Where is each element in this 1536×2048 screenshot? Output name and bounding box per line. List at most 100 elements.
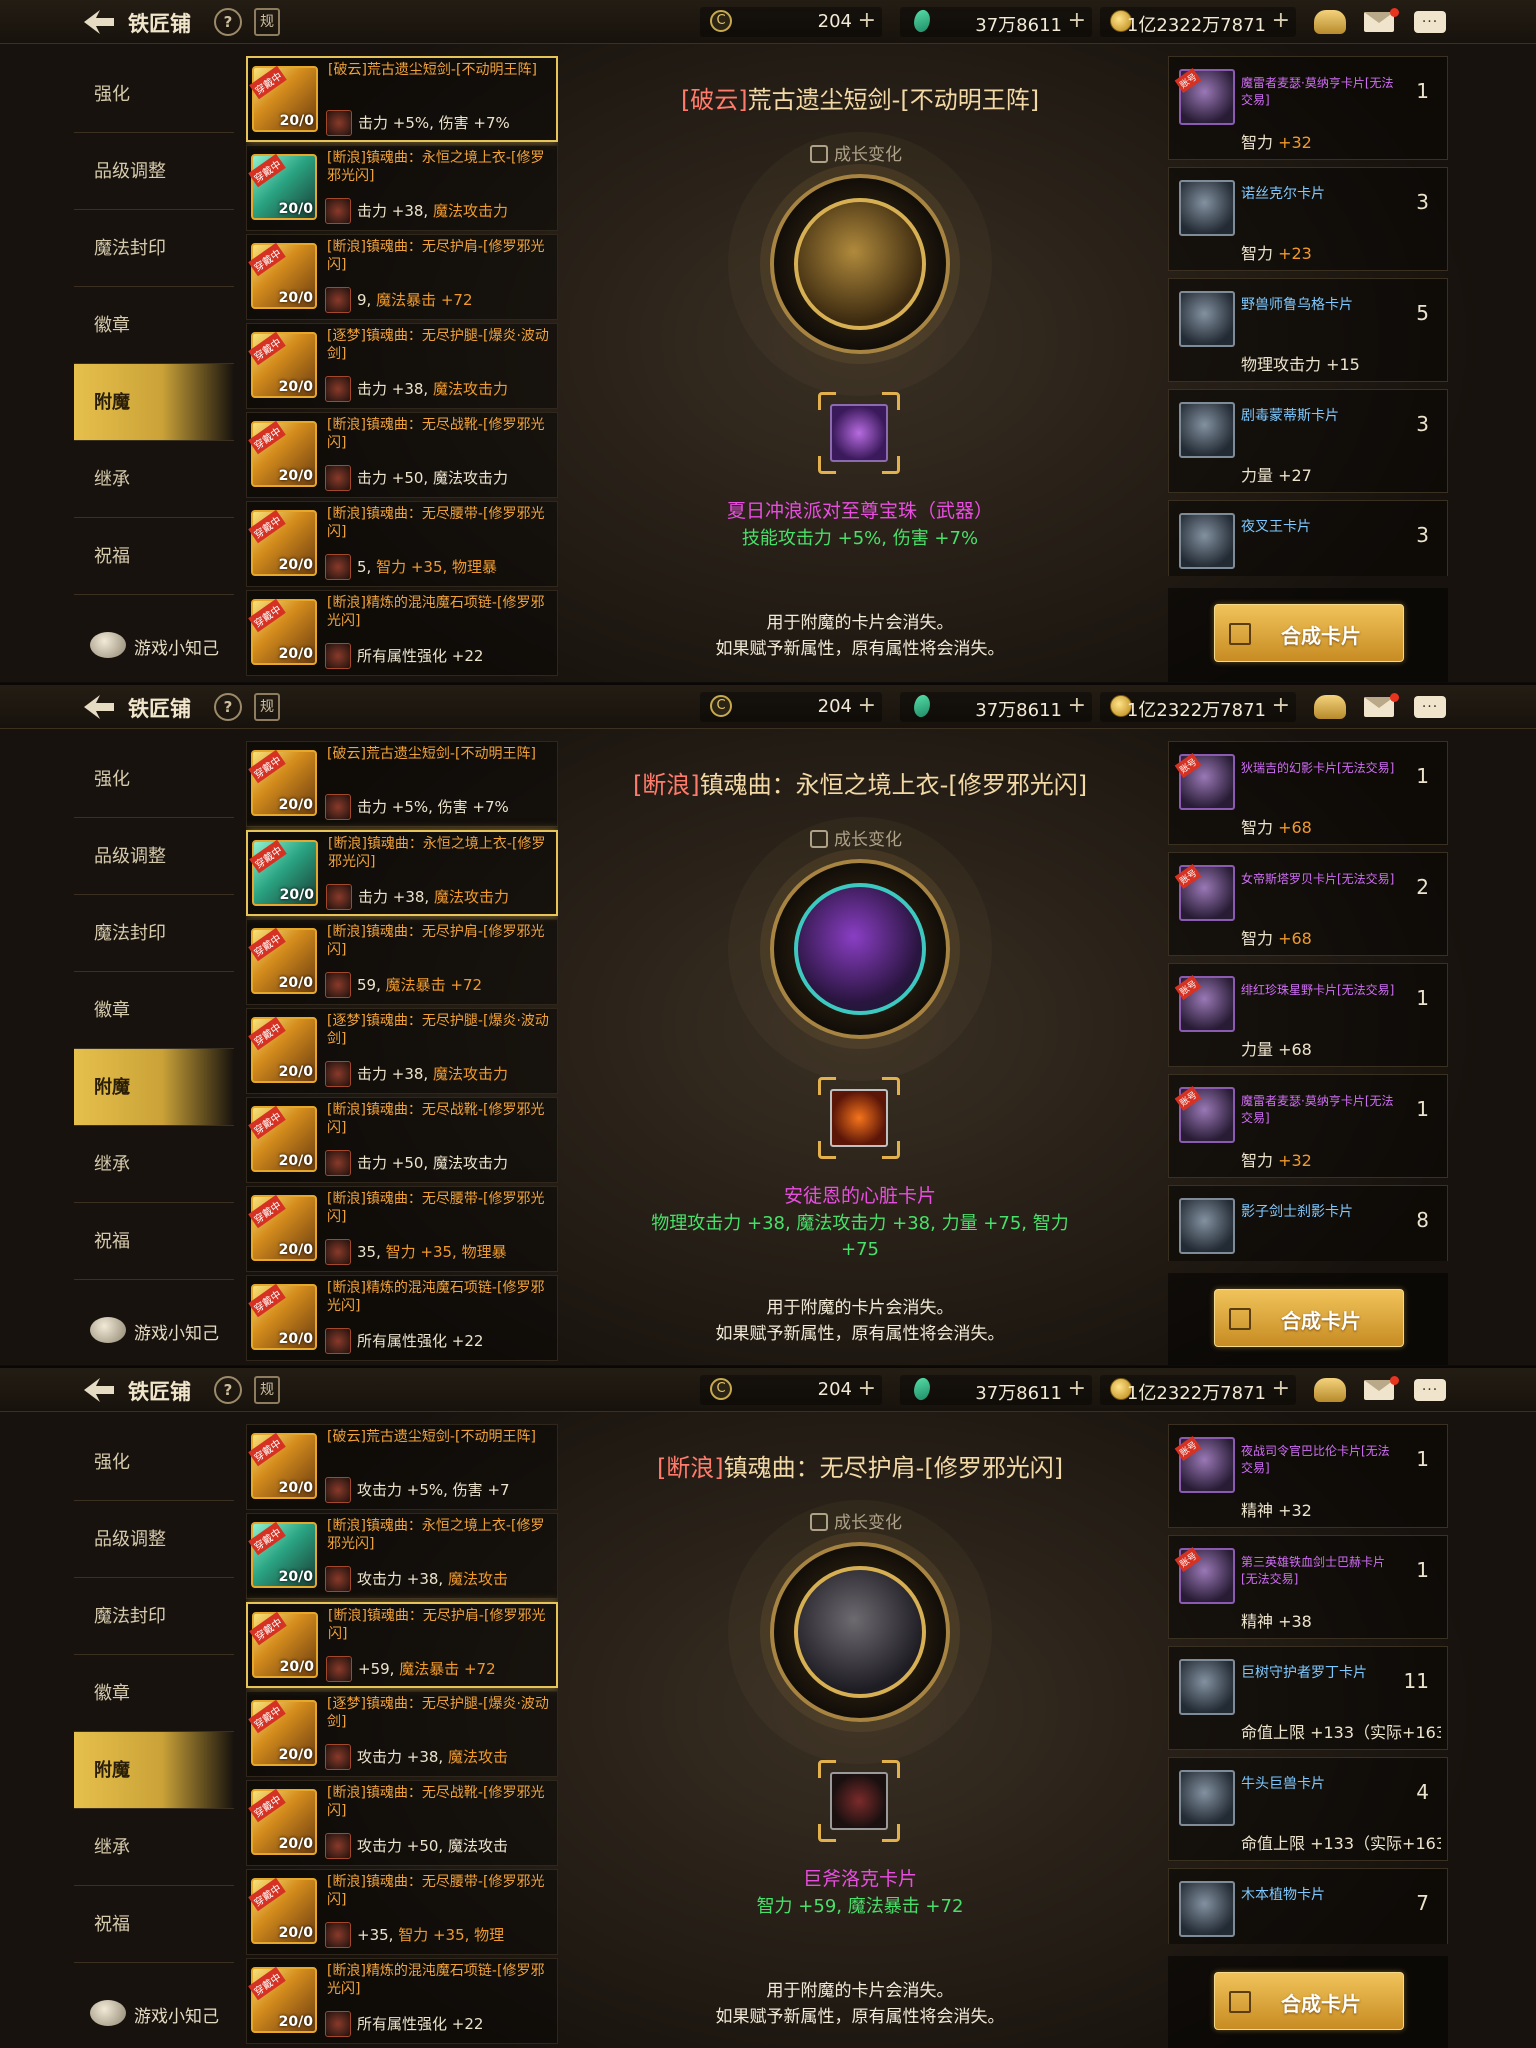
card-count: 4 <box>1416 1780 1429 1804</box>
add-currency-button[interactable]: + <box>1068 1376 1086 1401</box>
equipment-row[interactable]: 穿戴中 20/0 [断浪]镇魂曲：永恒之境上衣-[修罗邪光闪] 击力 +38, 魔法攻… <box>246 145 558 231</box>
add-currency-button[interactable]: + <box>1272 8 1290 33</box>
card-slot[interactable] <box>818 1760 900 1842</box>
back-arrow-icon[interactable] <box>82 8 116 36</box>
card-list-item[interactable]: 诺丝克尔卡片 智力 +23 3 <box>1168 167 1448 271</box>
compose-card-button[interactable]: 合成卡片 <box>1214 1972 1404 2030</box>
help-icon[interactable]: ? <box>208 1370 248 1410</box>
sidebar-item[interactable]: 魔法封印 <box>74 895 234 972</box>
bag-icon[interactable] <box>1314 695 1346 719</box>
equipment-row[interactable]: 穿戴中 20/0 [断浪]精炼的混沌魔石项链-[修罗邪光闪] 所有属性强化 +22 <box>246 1275 558 1361</box>
card-slot[interactable] <box>818 1077 900 1159</box>
card-list-item[interactable]: 野兽师鲁乌格卡片 物理攻击力 +15 5 <box>1168 278 1448 382</box>
equipment-row[interactable]: 穿戴中 20/0 [断浪]镇魂曲：无尽护肩-[修罗邪光闪] 59, 魔法暴击 +72 <box>246 919 558 1005</box>
sidebar-item[interactable]: 继承 <box>74 1126 234 1203</box>
back-arrow-icon[interactable] <box>82 1376 116 1404</box>
equipment-row[interactable]: 穿戴中 20/0 [断浪]镇魂曲：永恒之境上衣-[修罗邪光闪] 攻击力 +38, 魔法… <box>246 1513 558 1599</box>
add-currency-button[interactable]: + <box>1272 1376 1290 1401</box>
equipment-row[interactable]: 穿戴中 20/0 [断浪]镇魂曲：无尽腰带-[修罗邪光闪] 5, 智力 +35, 物理… <box>246 501 558 587</box>
equipment-prefix: [断浪] <box>327 924 366 940</box>
bag-icon[interactable] <box>1314 10 1346 34</box>
card-list-item[interactable]: 账号 魔雷者麦瑟·莫纳亨卡片[无法交易] 智力 +32 1 <box>1168 56 1448 160</box>
sidebar-item[interactable]: 品级调整 <box>74 1501 234 1578</box>
sidebar-item[interactable]: 品级调整 <box>74 133 234 210</box>
equipment-row[interactable]: 穿戴中 20/0 [断浪]精炼的混沌魔石项链-[修罗邪光闪] 所有属性强化 +22 <box>246 1958 558 2044</box>
mail-icon[interactable] <box>1364 12 1394 32</box>
equipment-row[interactable]: 穿戴中 20/0 [断浪]镇魂曲：无尽战靴-[修罗邪光闪] 击力 +50, 魔法攻击力 <box>246 1097 558 1183</box>
rules-icon[interactable]: 规 <box>254 8 280 36</box>
sidebar-item[interactable]: 强化 <box>74 56 234 133</box>
equipment-name: [逐梦]镇魂曲：无尽护腿-[爆炎·波动剑] <box>327 327 555 363</box>
card-list-item[interactable]: 巨树守护者罗丁卡片 命值上限 +133（实际+1639 11 <box>1168 1646 1448 1750</box>
sidebar-item[interactable]: 魔法封印 <box>74 1578 234 1655</box>
equipment-row[interactable]: 穿戴中 20/0 [断浪]镇魂曲：永恒之境上衣-[修罗邪光闪] 击力 +38, 魔法攻… <box>246 830 558 916</box>
equipment-icon: 穿戴中 20/0 <box>249 839 318 906</box>
sidebar-item[interactable]: 附魔 <box>74 1732 234 1809</box>
equipment-row[interactable]: 穿戴中 20/0 [断浪]镇魂曲：无尽护肩-[修罗邪光闪] +59, 魔法暴击 +72 <box>246 1602 558 1688</box>
account-tag: 账号 <box>1174 1436 1202 1461</box>
effect-highlight: 智力 +35, 物理 <box>398 1926 505 1944</box>
sidebar-item[interactable]: 祝福 <box>74 518 234 595</box>
card-list-item[interactable]: 账号 夜战司令官巴比伦卡片[无法交易] 精神 +32 1 <box>1168 1424 1448 1528</box>
add-currency-button[interactable]: + <box>1068 693 1086 718</box>
card-list-item[interactable]: 影子剑士刹影卡片 8 <box>1168 1185 1448 1261</box>
card-list-item[interactable]: 账号 狄瑞吉的幻影卡片[无法交易] 智力 +68 1 <box>1168 741 1448 845</box>
card-list-item[interactable]: 剧毒蒙蒂斯卡片 力量 +27 3 <box>1168 389 1448 493</box>
card-list-item[interactable]: 牛头巨兽卡片 命值上限 +133（实际+1639 4 <box>1168 1757 1448 1861</box>
equipment-row[interactable]: 穿戴中 20/0 [断浪]镇魂曲：无尽腰带-[修罗邪光闪] 35, 智力 +35, 物… <box>246 1186 558 1272</box>
help-icon[interactable]: ? <box>208 687 248 727</box>
add-currency-button[interactable]: + <box>1068 8 1086 33</box>
sidebar-item[interactable]: 祝福 <box>74 1203 234 1280</box>
help-icon[interactable]: ? <box>208 2 248 42</box>
growth-change-button[interactable]: 成长变化 <box>810 825 902 850</box>
back-arrow-icon[interactable] <box>82 693 116 721</box>
sidebar-item[interactable]: 品级调整 <box>74 818 234 895</box>
equipment-row[interactable]: 穿戴中 20/0 [断浪]精炼的混沌魔石项链-[修罗邪光闪] 所有属性强化 +22 <box>246 590 558 676</box>
add-currency-button[interactable]: + <box>858 8 876 33</box>
add-currency-button[interactable]: + <box>858 1376 876 1401</box>
sidebar-item[interactable]: 强化 <box>74 741 234 818</box>
chat-icon[interactable]: ... <box>1414 1379 1446 1401</box>
equipment-row[interactable]: 穿戴中 20/0 [逐梦]镇魂曲：无尽护腿-[爆炎·波动剑] 攻击力 +38, 魔法攻… <box>246 1691 558 1777</box>
compose-card-button[interactable]: 合成卡片 <box>1214 604 1404 662</box>
equipment-row[interactable]: 穿戴中 20/0 [断浪]镇魂曲：无尽护肩-[修罗邪光闪] 9, 魔法暴击 +72 <box>246 234 558 320</box>
sidebar-item[interactable]: 强化 <box>74 1424 234 1501</box>
equipment-row[interactable]: 穿戴中 20/0 [断浪]镇魂曲：无尽战靴-[修罗邪光闪] 击力 +50, 魔法攻击力 <box>246 412 558 498</box>
equipment-row[interactable]: 穿戴中 20/0 [破云]荒古遗尘短剑-[不动明王阵] 击力 +5%, 伤害 +7% <box>246 56 558 142</box>
sidebar-item[interactable]: 附魔 <box>74 364 234 441</box>
card-list-item[interactable]: 账号 第三英雄铁血剑士巴赫卡片[无法交易] 精神 +38 1 <box>1168 1535 1448 1639</box>
equipment-row[interactable]: 穿戴中 20/0 [断浪]镇魂曲：无尽腰带-[修罗邪光闪] +35, 智力 +35, … <box>246 1869 558 1955</box>
card-slot[interactable] <box>818 392 900 474</box>
equipment-row[interactable]: 穿戴中 20/0 [逐梦]镇魂曲：无尽护腿-[爆炎·波动剑] 击力 +38, 魔法攻击… <box>246 1008 558 1094</box>
sidebar-item[interactable]: 徽章 <box>74 287 234 364</box>
compose-card-button[interactable]: 合成卡片 <box>1214 1289 1404 1347</box>
equipment-row[interactable]: 穿戴中 20/0 [破云]荒古遗尘短剑-[不动明王阵] 攻击力 +5%, 伤害 +7 <box>246 1424 558 1510</box>
card-list-item[interactable]: 夜叉王卡片 3 <box>1168 500 1448 576</box>
sidebar-item[interactable]: 继承 <box>74 1809 234 1886</box>
rules-icon[interactable]: 规 <box>254 1376 280 1404</box>
card-list-item[interactable]: 木本植物卡片 7 <box>1168 1868 1448 1944</box>
sidebar-item[interactable]: 徽章 <box>74 1655 234 1732</box>
card-list-item[interactable]: 账号 绯红珍珠星野卡片[无法交易] 力量 +68 1 <box>1168 963 1448 1067</box>
card-list-item[interactable]: 账号 女帝斯塔罗贝卡片[无法交易] 智力 +68 2 <box>1168 852 1448 956</box>
add-currency-button[interactable]: + <box>858 693 876 718</box>
card-list-item[interactable]: 账号 魔雷者麦瑟·莫纳亨卡片[无法交易] 智力 +32 1 <box>1168 1074 1448 1178</box>
sidebar-item[interactable]: 附魔 <box>74 1049 234 1126</box>
mail-icon[interactable] <box>1364 1380 1394 1400</box>
enchant-card-icon <box>326 1656 352 1682</box>
growth-change-button[interactable]: 成长变化 <box>810 140 902 165</box>
equipment-row[interactable]: 穿戴中 20/0 [逐梦]镇魂曲：无尽护腿-[爆炎·波动剑] 击力 +38, 魔法攻击… <box>246 323 558 409</box>
sidebar-item[interactable]: 祝福 <box>74 1886 234 1963</box>
chat-icon[interactable]: ... <box>1414 696 1446 718</box>
sidebar-item[interactable]: 徽章 <box>74 972 234 1049</box>
rules-icon[interactable]: 规 <box>254 693 280 721</box>
mail-icon[interactable] <box>1364 697 1394 717</box>
sidebar-item[interactable]: 继承 <box>74 441 234 518</box>
add-currency-button[interactable]: + <box>1272 693 1290 718</box>
growth-change-button[interactable]: 成长变化 <box>810 1508 902 1533</box>
bag-icon[interactable] <box>1314 1378 1346 1402</box>
equipment-row[interactable]: 穿戴中 20/0 [断浪]镇魂曲：无尽战靴-[修罗邪光闪] 攻击力 +50, 魔法攻击 <box>246 1780 558 1866</box>
chat-icon[interactable]: ... <box>1414 11 1446 33</box>
equipment-row[interactable]: 穿戴中 20/0 [破云]荒古遗尘短剑-[不动明王阵] 击力 +5%, 伤害 +7% <box>246 741 558 827</box>
sidebar-item[interactable]: 魔法封印 <box>74 210 234 287</box>
